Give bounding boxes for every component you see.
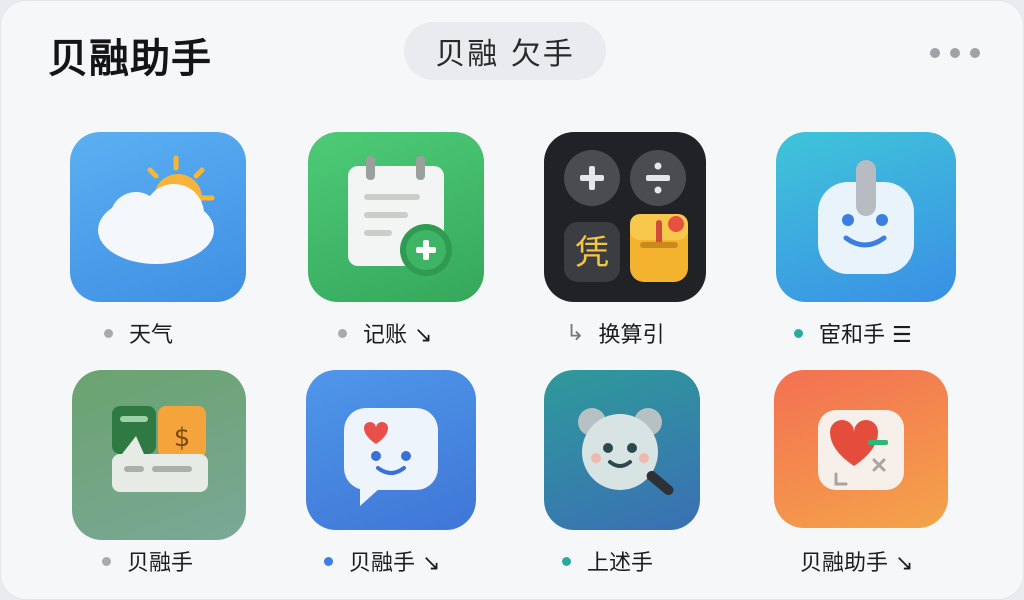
app-tile-weather[interactable] [70, 132, 246, 302]
app-label: 上述手 [587, 551, 654, 576]
app-label-row: ↳ 换算引 [566, 318, 665, 349]
app-label-row: 上述手 [562, 546, 653, 576]
status-dot [562, 556, 571, 566]
app-label: 天气 [129, 323, 174, 348]
status-dot [102, 556, 111, 566]
app-label: 贝融助手 ↘ [800, 551, 914, 576]
label-prefix-icon: ↳ [566, 320, 585, 346]
app-label-row: 贝融助手 ↘ [800, 546, 913, 576]
status-dot [794, 328, 803, 338]
app-label-row: 宦和手 ☰ [794, 318, 912, 348]
more-options-button[interactable] [930, 40, 980, 66]
app-tile-wallet[interactable]: $ [72, 370, 246, 540]
app-label-row: 贝融手 ↘ [324, 546, 440, 576]
app-label: 宦和手 ☰ [819, 323, 912, 348]
app-tile-notepad[interactable] [308, 132, 484, 302]
more-dot-icon [930, 48, 940, 58]
app-tile-chat[interactable] [306, 370, 476, 530]
status-dot [324, 556, 333, 566]
app-tile-calculator[interactable]: 凭 [544, 132, 706, 302]
page-title: 贝融助手 [48, 36, 212, 82]
app-label: 贝融手 ↘ [349, 551, 441, 576]
status-dot [338, 328, 347, 338]
app-tile-assistant[interactable] [776, 132, 956, 302]
more-dot-icon [950, 48, 960, 58]
wallet-symbol-text: $ [174, 423, 191, 453]
app-label: 贝融手 [127, 551, 194, 576]
app-panel: 贝融助手 贝融 欠手 天气 记账 ↘ 凭 ↳ 换算引 宦和手 ☰ $ 贝融手 贝… [0, 0, 1024, 600]
app-tile-health[interactable] [774, 370, 948, 528]
header-pill[interactable]: 贝融 欠手 [404, 22, 606, 80]
app-label-row: 天气 [104, 318, 173, 348]
app-label: 换算引 [598, 323, 665, 348]
more-dot-icon [970, 48, 980, 58]
status-dot [104, 328, 113, 338]
app-label: 记账 ↘ [363, 323, 433, 348]
app-label-row: 记账 ↘ [338, 318, 432, 348]
calc-symbol-text: 凭 [575, 233, 609, 273]
app-label-row: 贝融手 [102, 546, 193, 576]
app-tile-explorer[interactable] [544, 370, 700, 530]
